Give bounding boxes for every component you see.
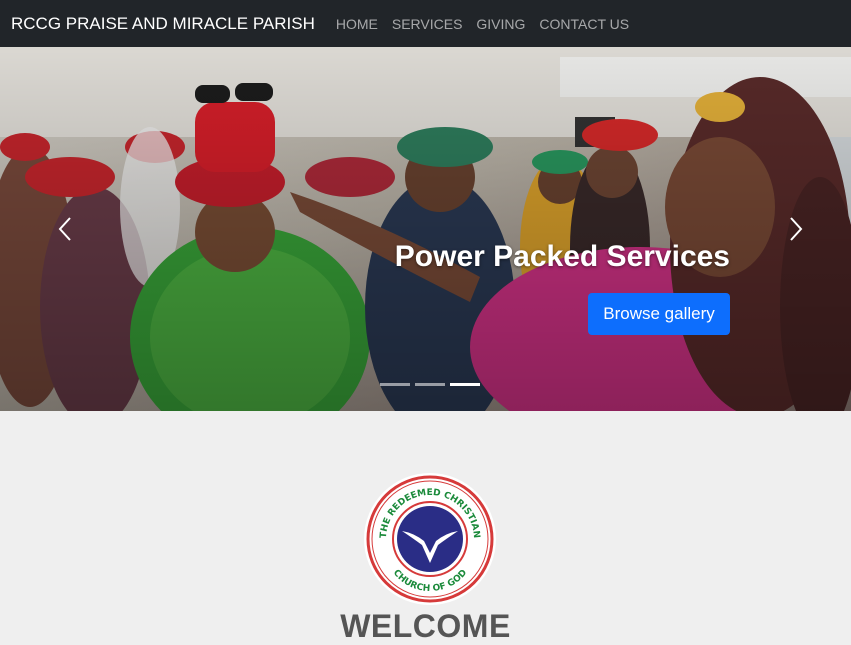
brand-link[interactable]: RCCG PRAISE AND MIRACLE PARISH	[11, 14, 315, 34]
browse-gallery-button[interactable]: Browse gallery	[588, 293, 730, 335]
carousel-indicator-1[interactable]	[380, 383, 410, 386]
carousel-next-button[interactable]	[751, 47, 841, 411]
chevron-left-icon	[58, 217, 71, 241]
welcome-heading: WELCOME	[340, 608, 511, 644]
nav-link-home[interactable]: HOME	[336, 16, 378, 32]
nav-links: HOME SERVICES GIVING CONTACT US	[336, 16, 643, 32]
hero-slide-image	[0, 47, 851, 411]
nav-link-services[interactable]: SERVICES	[392, 16, 463, 32]
nav-link-contact-us[interactable]: CONTACT US	[539, 16, 629, 32]
carousel-indicator-3[interactable]	[450, 383, 480, 386]
nav-link-giving[interactable]: GIVING	[476, 16, 525, 32]
carousel-prev-button[interactable]	[20, 47, 110, 411]
carousel-indicators	[380, 383, 480, 386]
rccg-logo: THE REDEEMED CHRISTIAN CHURCH OF GOD	[364, 473, 496, 605]
navbar: RCCG PRAISE AND MIRACLE PARISH HOME SERV…	[0, 0, 851, 47]
carousel-caption-title: Power Packed Services	[394, 240, 730, 273]
chevron-right-icon	[790, 217, 803, 241]
carousel-indicator-2[interactable]	[415, 383, 445, 386]
hero-carousel: Power Packed Services Browse gallery	[0, 47, 851, 411]
